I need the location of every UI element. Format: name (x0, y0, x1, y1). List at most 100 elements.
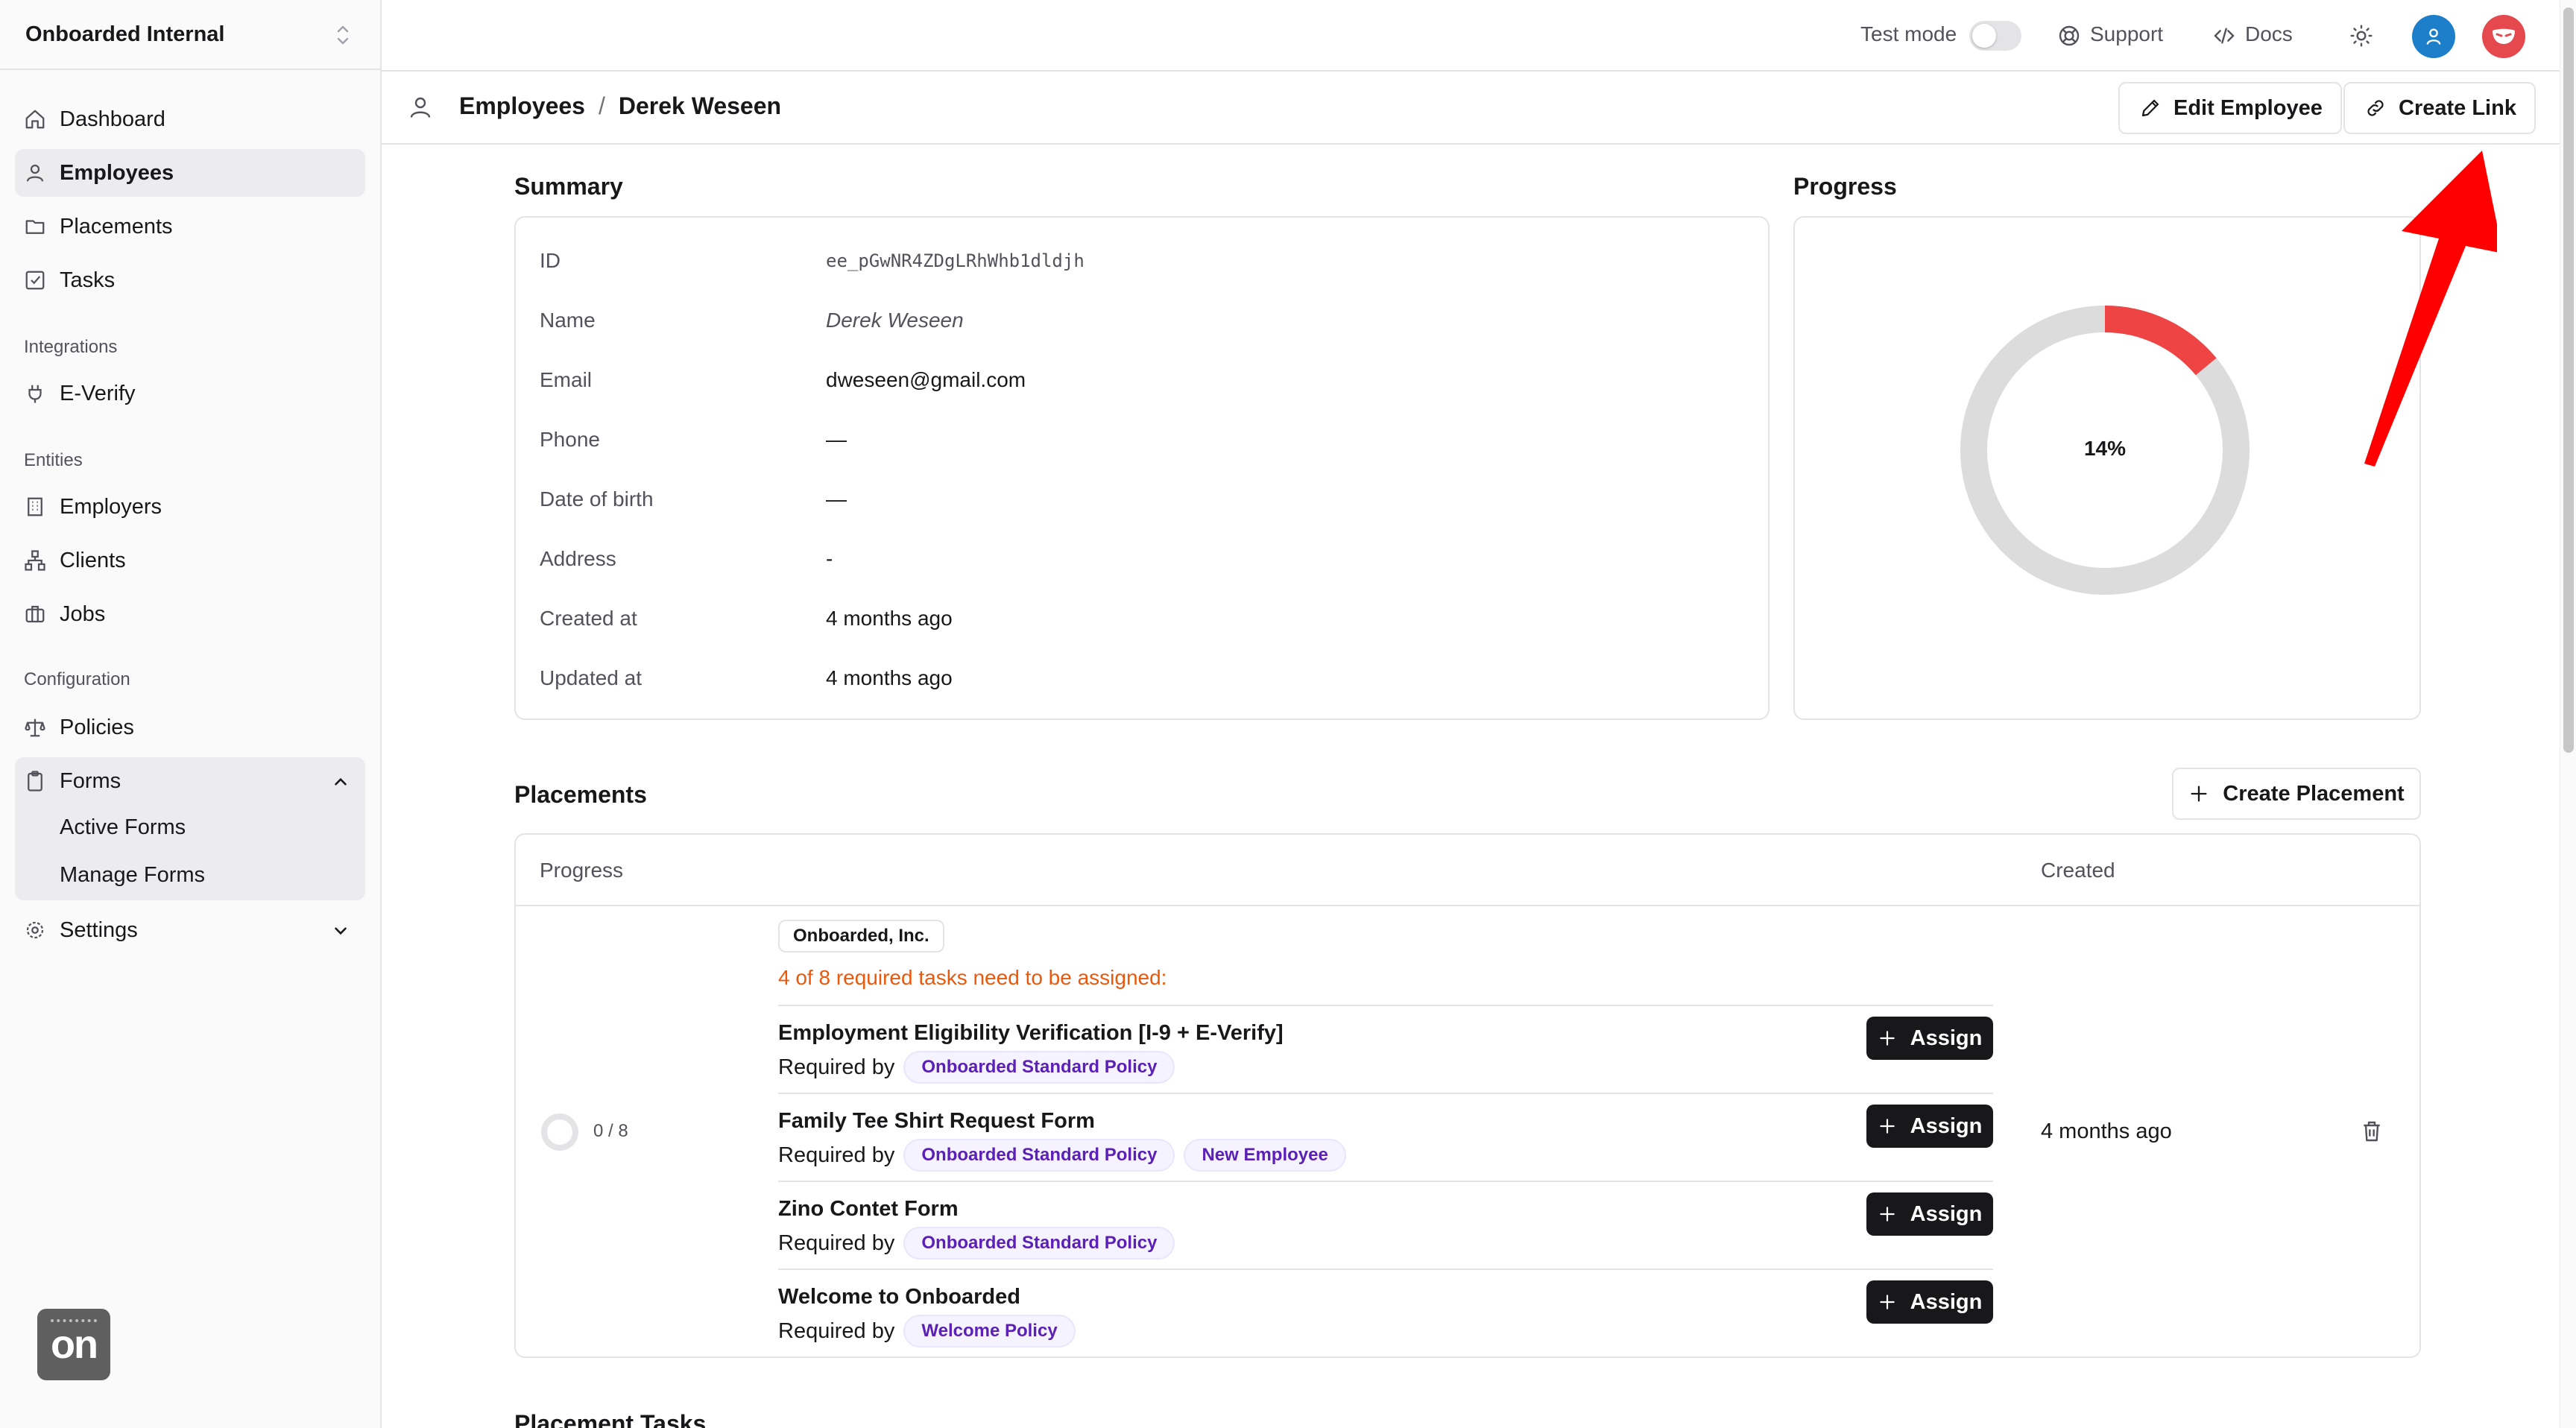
sidebar-item-label: Dashboard (60, 107, 165, 131)
plus-icon (1879, 1031, 1895, 1046)
policy-badge[interactable]: Welcome Policy (903, 1315, 1076, 1348)
user-icon (410, 97, 431, 118)
sidebar-item-tasks[interactable]: Tasks (15, 256, 365, 304)
support-link[interactable]: Support (2090, 22, 2163, 46)
top-bar: Test mode Support Docs (382, 0, 2560, 72)
employer-chip: Onboarded, Inc. (778, 920, 944, 952)
sidebar-item-placements[interactable]: Placements (15, 203, 365, 250)
sidebar-item-label: Clients (60, 548, 126, 572)
assignment-warning: 4 of 8 required tasks need to be assigne… (778, 966, 1167, 989)
scrollbar-thumb[interactable] (2563, 7, 2574, 753)
required-by-label: Required by (778, 1055, 895, 1079)
sidebar-item-label: Placements (60, 214, 173, 238)
sun-icon[interactable] (2349, 24, 2373, 48)
task-row: Welcome to Onboarded Required by Welcome… (778, 1269, 1993, 1356)
assign-button[interactable]: Assign (1866, 1105, 1993, 1148)
summary-value-updated: 4 months ago (826, 666, 953, 689)
user-avatar[interactable] (2412, 15, 2455, 58)
sidebar-subitem-manage-forms[interactable]: Manage Forms (60, 863, 205, 888)
summary-key-updated: Updated at (540, 666, 642, 689)
section-label-entities: Entities (24, 450, 83, 470)
policy-badge[interactable]: Onboarded Standard Policy (903, 1139, 1175, 1172)
policy-badge[interactable]: Onboarded Standard Policy (903, 1051, 1175, 1084)
sidebar-item-label: Jobs (60, 601, 106, 626)
table-header-divider (516, 905, 2419, 906)
sidebar-item-everify[interactable]: E-Verify (15, 370, 365, 417)
summary-key-dob: Date of birth (540, 487, 654, 511)
summary-value-id: ee_pGwNR4ZDgLRhWhb1dldjh (826, 250, 1085, 271)
checkbox-icon (24, 269, 46, 291)
sidebar-item-clients[interactable]: Clients (15, 537, 365, 584)
breadcrumb-current: Derek Weseen (618, 92, 782, 119)
sidebar-item-label: Forms (60, 768, 121, 793)
required-by-label: Required by (778, 1230, 895, 1255)
placement-created: 4 months ago (2041, 1119, 2172, 1143)
summary-value-email: dweseen@gmail.com (826, 368, 1026, 391)
task-required-by: Required by Welcome Policy (778, 1315, 1076, 1348)
policy-badge[interactable]: New Employee (1184, 1139, 1346, 1172)
plus-icon (1879, 1119, 1895, 1134)
user-icon (24, 162, 46, 184)
sidebar-item-jobs[interactable]: Jobs (15, 590, 365, 638)
assign-button[interactable]: Assign (1866, 1280, 1993, 1324)
chevron-up-icon (335, 777, 347, 786)
org-name: Onboarded Internal (25, 22, 225, 46)
create-placement-label: Create Placement (2223, 781, 2405, 806)
assign-label: Assign (1910, 1289, 1983, 1314)
test-mode-toggle[interactable] (1969, 21, 2021, 51)
task-row: Employment Eligibility Verification [I-9… (778, 1005, 1993, 1093)
plus-icon (2191, 786, 2207, 802)
sidebar-item-label: Tasks (60, 268, 116, 292)
summary-key-name: Name (540, 309, 596, 332)
progress-card: 14% (1793, 216, 2421, 720)
page-scrollbar[interactable] (2560, 0, 2576, 1428)
create-link-label: Create Link (2399, 95, 2516, 120)
summary-key-phone: Phone (540, 428, 600, 451)
create-placement-button[interactable]: Create Placement (2172, 768, 2421, 820)
test-mode-label: Test mode (1860, 22, 1957, 45)
trash-icon[interactable] (2360, 1119, 2384, 1143)
sidebar-item-forms[interactable]: Forms (15, 757, 365, 805)
placements-heading: Placements (514, 781, 647, 808)
folder-icon (24, 215, 46, 238)
summary-key-email: Email (540, 368, 593, 391)
plus-icon (1879, 1207, 1895, 1222)
docs-link[interactable]: Docs (2245, 22, 2293, 46)
logo-dots (51, 1319, 97, 1324)
summary-value-name: Derek Weseen (826, 309, 964, 332)
sidebar-item-employers[interactable]: Employers (15, 483, 365, 531)
edit-employee-label: Edit Employee (2174, 95, 2323, 120)
task-title: Welcome to Onboarded (778, 1285, 1020, 1309)
assign-button[interactable]: Assign (1866, 1192, 1993, 1236)
mask-icon (2493, 28, 2515, 44)
sidebar-item-dashboard[interactable]: Dashboard (15, 95, 365, 143)
sidebar-item-employees[interactable]: Employees (15, 149, 365, 197)
task-row: Zino Contet Form Required by Onboarded S… (778, 1181, 1993, 1269)
column-header-created: Created (2041, 859, 2115, 882)
breadcrumb-employees[interactable]: Employees (459, 92, 585, 120)
toggle-knob (1972, 24, 1996, 48)
org-avatar[interactable] (2482, 15, 2525, 58)
task-title: Family Tee Shirt Request Form (778, 1109, 1095, 1133)
section-label-integrations: Integrations (24, 337, 118, 357)
breadcrumb: Employees / Derek Weseen (459, 92, 781, 120)
sidebar-item-policies[interactable]: Policies (15, 704, 365, 751)
scale-icon (24, 716, 46, 739)
link-icon (2367, 100, 2384, 116)
edit-employee-button[interactable]: Edit Employee (2118, 82, 2342, 134)
sidebar-subitem-active-forms[interactable]: Active Forms (60, 815, 186, 840)
required-by-label: Required by (778, 1318, 895, 1343)
summary-card: ID ee_pGwNR4ZDgLRhWhb1dldjh Name Derek W… (514, 216, 1770, 720)
placement-tasks-heading: Placement Tasks (514, 1410, 707, 1428)
plus-icon (1879, 1295, 1895, 1309)
network-icon (24, 549, 46, 572)
policy-badge[interactable]: Onboarded Standard Policy (903, 1227, 1175, 1260)
chevron-down-icon (335, 927, 347, 935)
summary-value-created: 4 months ago (826, 607, 953, 630)
column-header-progress: Progress (540, 859, 624, 882)
org-switcher[interactable]: Onboarded Internal (0, 0, 380, 70)
sidebar-item-settings[interactable]: Settings (15, 906, 365, 954)
create-link-button[interactable]: Create Link (2343, 82, 2536, 134)
page-header: Employees / Derek Weseen Edit Employee C… (382, 72, 2560, 145)
assign-button[interactable]: Assign (1866, 1017, 1993, 1060)
